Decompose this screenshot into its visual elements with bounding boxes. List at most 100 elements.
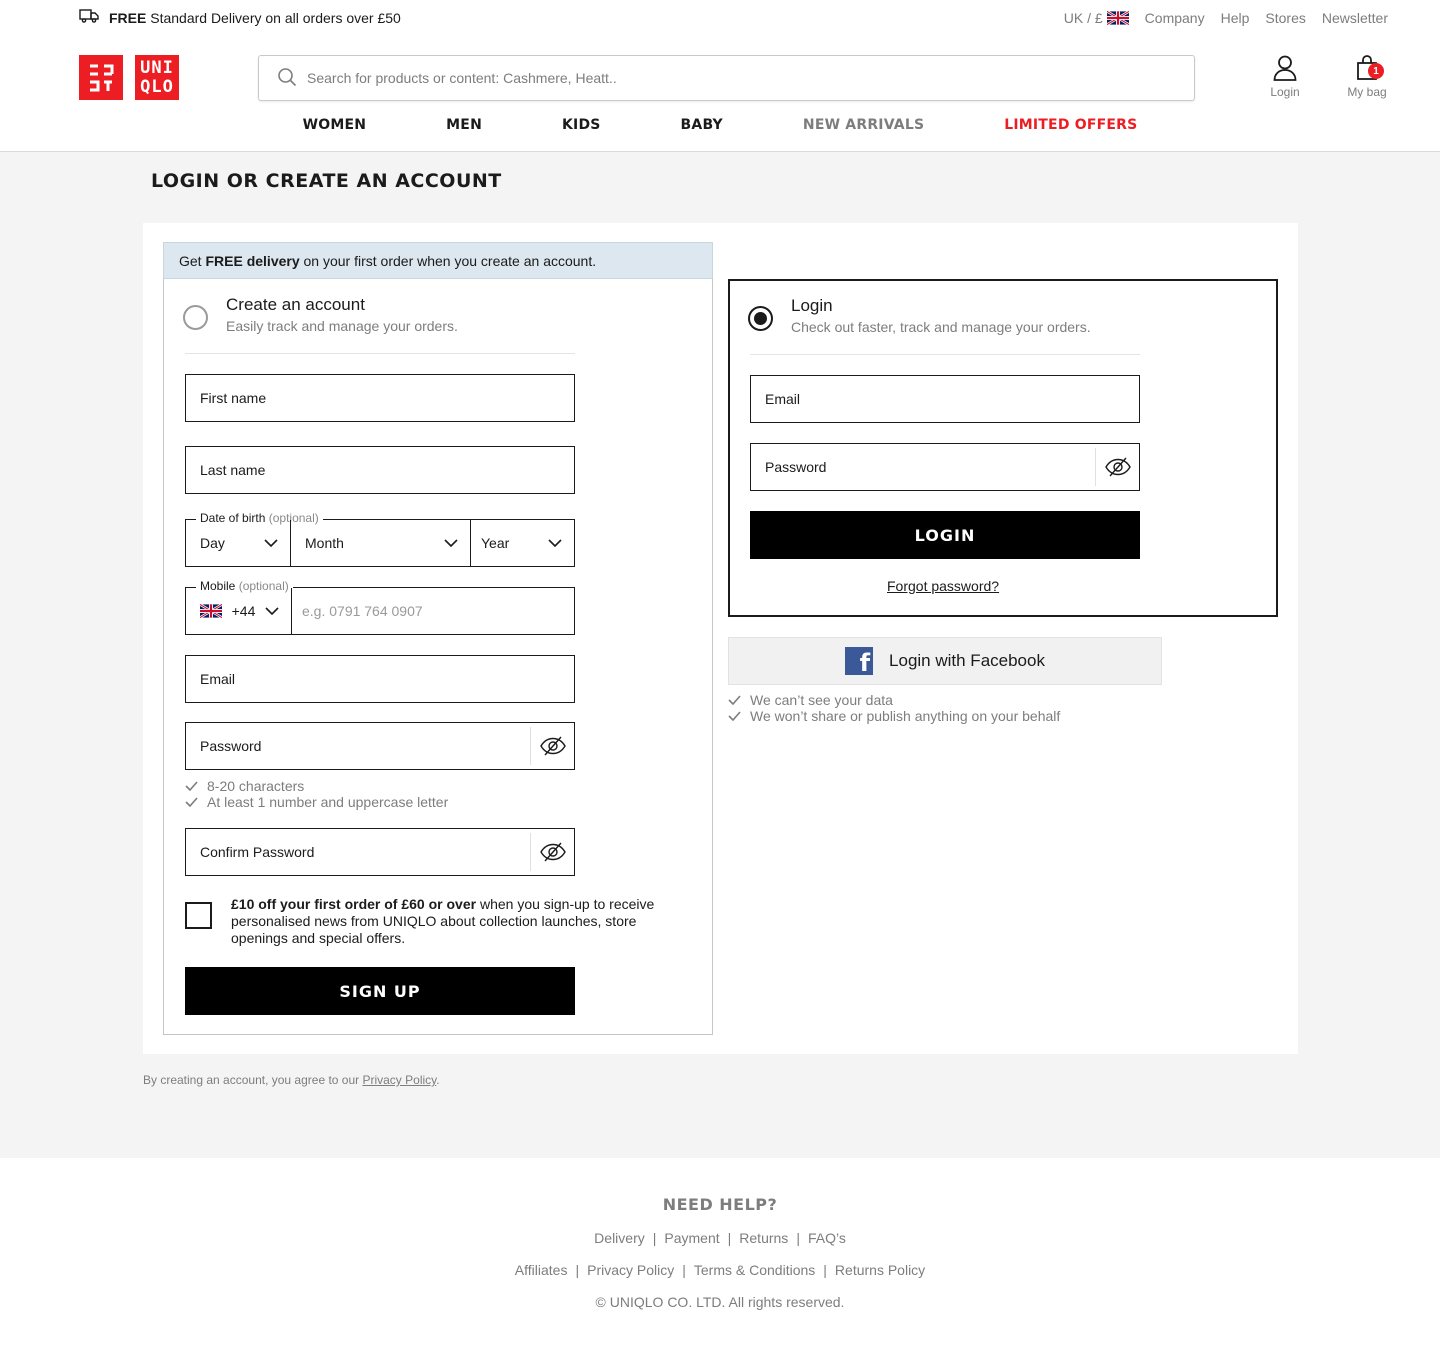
nav-baby[interactable]: BABY [641, 117, 763, 133]
privacy-policy-link[interactable]: Privacy Policy [362, 1073, 436, 1087]
confirm-password-field[interactable]: Confirm Password [185, 828, 575, 876]
locale-label: UK / £ [1063, 9, 1103, 26]
footer-link-returns-policy[interactable]: Returns Policy [835, 1262, 925, 1278]
user-icon [1273, 55, 1297, 81]
day-select[interactable]: Day [186, 520, 290, 566]
login-password-field[interactable]: Password [750, 443, 1140, 491]
check-icon [728, 711, 741, 721]
footer-link-delivery[interactable]: Delivery [594, 1230, 645, 1246]
divider [185, 353, 575, 354]
forgot-password-link[interactable]: Forgot password? [887, 578, 999, 594]
dial-code: +44 [231, 603, 256, 619]
copyright-text: © UNIQLO CO. LTD. All rights reserved. [595, 1294, 845, 1310]
toggle-password-visibility[interactable] [530, 727, 574, 765]
top-bar: FREE Standard Delivery on all orders ove… [0, 0, 1440, 35]
signup-email-field[interactable]: Email [185, 655, 575, 703]
chevron-down-icon [264, 539, 278, 547]
login-option[interactable]: Login Check out faster, track and manage… [748, 296, 1091, 335]
signup-email-label: Email [200, 671, 236, 687]
signup-password-field[interactable]: Password [185, 722, 575, 770]
my-bag-button[interactable]: 1 My bag [1342, 55, 1392, 99]
login-password-label: Password [765, 459, 827, 475]
mobile-placeholder: e.g. 0791 764 0907 [302, 603, 423, 619]
need-help-heading: NEED HELP? [662, 1195, 778, 1214]
create-account-subtitle: Easily track and manage your orders. [226, 318, 458, 334]
promo-text: Standard Delivery on all orders over £50 [146, 9, 401, 26]
signup-button[interactable]: SIGN UP [185, 967, 575, 1015]
first-name-label: First name [200, 390, 267, 406]
month-value: Month [305, 535, 344, 551]
chevron-down-icon [548, 539, 562, 547]
promo-bold: FREE [109, 9, 147, 26]
month-select[interactable]: Month [290, 520, 470, 566]
date-of-birth-group: Date of birth (optional) Day Month Year [185, 511, 575, 567]
last-name-field[interactable]: Last name [185, 446, 575, 494]
footer-link-privacy-policy[interactable]: Privacy Policy [587, 1262, 674, 1278]
nav-new-arrivals[interactable]: NEW ARRIVALS [763, 117, 964, 133]
create-account-option[interactable]: Create an account Easily track and manag… [183, 295, 458, 334]
toggle-confirm-password-visibility[interactable] [530, 833, 574, 871]
banner-pre: Get [179, 252, 206, 269]
first-name-field[interactable]: First name [185, 374, 575, 422]
banner-post: on your first order when you create an a… [299, 252, 597, 269]
footer-legal-links: Affiliates | Privacy Policy | Terms & Cond… [514, 1262, 926, 1278]
account-login-button[interactable]: Login [1265, 55, 1305, 99]
country-code-select[interactable]: +44 [186, 588, 291, 634]
logo-latin-block: UNI QLO [135, 55, 179, 100]
footer-link-faqs[interactable]: FAQ’s [808, 1230, 846, 1246]
nav-women[interactable]: WOMEN [263, 117, 407, 133]
footer-link-returns[interactable]: Returns [739, 1230, 788, 1246]
free-delivery-banner: Get FREE delivery on your first order wh… [163, 242, 713, 279]
link-company[interactable]: Company [1145, 10, 1205, 26]
mobile-group: Mobile (optional) +44 e.g. 0791 764 0907 [185, 579, 575, 635]
nav-men[interactable]: MEN [406, 117, 522, 133]
uk-flag-icon [200, 604, 222, 618]
nav-limited-offers[interactable]: LIMITED OFFERS [964, 117, 1177, 133]
marketing-optin-checkbox[interactable] [185, 902, 212, 929]
optin-bold: £10 off your first order of £60 or over [231, 896, 477, 912]
link-help[interactable]: Help [1221, 10, 1250, 26]
signup-password-label: Password [200, 738, 262, 754]
site-footer: NEED HELP? Delivery | Payment | Returns | F… [0, 1158, 1440, 1347]
login-radio[interactable] [748, 306, 773, 331]
toggle-login-password-visibility[interactable] [1095, 448, 1139, 486]
login-title: Login [791, 296, 833, 315]
footer-help-links: Delivery | Payment | Returns | FAQ’s [594, 1230, 846, 1246]
password-rule: 8-20 characters [185, 778, 448, 794]
mobile-number-input[interactable]: e.g. 0791 764 0907 [291, 588, 574, 634]
link-newsletter[interactable]: Newsletter [1322, 10, 1388, 26]
footer-link-payment[interactable]: Payment [664, 1230, 719, 1246]
facebook-button-label: Login with Facebook [889, 651, 1045, 670]
login-email-label: Email [765, 391, 801, 407]
login-email-field[interactable]: Email [750, 375, 1140, 423]
bag-label: My bag [1347, 85, 1387, 99]
logo-text-bottom: QLO [140, 76, 174, 97]
nav-kids[interactable]: KIDS [522, 117, 641, 133]
search-bar[interactable] [258, 55, 1195, 101]
search-input[interactable] [307, 70, 1107, 86]
main-nav: WOMEN MEN KIDS BABY NEW ARRIVALS LIMITED… [0, 117, 1440, 133]
chevron-down-icon [444, 539, 458, 547]
logo-text-top: UNI [140, 57, 174, 78]
locale-selector[interactable]: UK / £ [1064, 10, 1129, 26]
main-content: LOGIN OR CREATE AN ACCOUNT Get FREE deli… [0, 152, 1440, 1158]
footer-link-terms[interactable]: Terms & Conditions [694, 1262, 815, 1278]
confirm-password-label: Confirm Password [200, 844, 315, 860]
uniqlo-logo[interactable]: UNI QLO [79, 55, 179, 100]
uk-flag-icon [1106, 10, 1129, 25]
check-icon [728, 695, 741, 705]
delivery-promo: FREE Standard Delivery on all orders ove… [79, 9, 401, 26]
facebook-note: We won’t share or publish anything on yo… [728, 708, 1060, 724]
year-select[interactable]: Year [470, 520, 574, 566]
login-button[interactable]: LOGIN [750, 511, 1140, 559]
facebook-notes: We can’t see your data We won’t share or… [728, 692, 1060, 724]
logo-katakana-block [79, 55, 123, 100]
create-account-radio[interactable] [183, 305, 208, 330]
divider [750, 354, 1140, 355]
link-stores[interactable]: Stores [1265, 10, 1305, 26]
banner-bold: FREE delivery [205, 252, 300, 269]
login-label: Login [1270, 85, 1300, 99]
footer-link-affiliates[interactable]: Affiliates [515, 1262, 568, 1278]
facebook-login-button[interactable]: f Login with Facebook [728, 637, 1162, 685]
terms-notice: By creating an account, you agree to our… [143, 1073, 440, 1087]
